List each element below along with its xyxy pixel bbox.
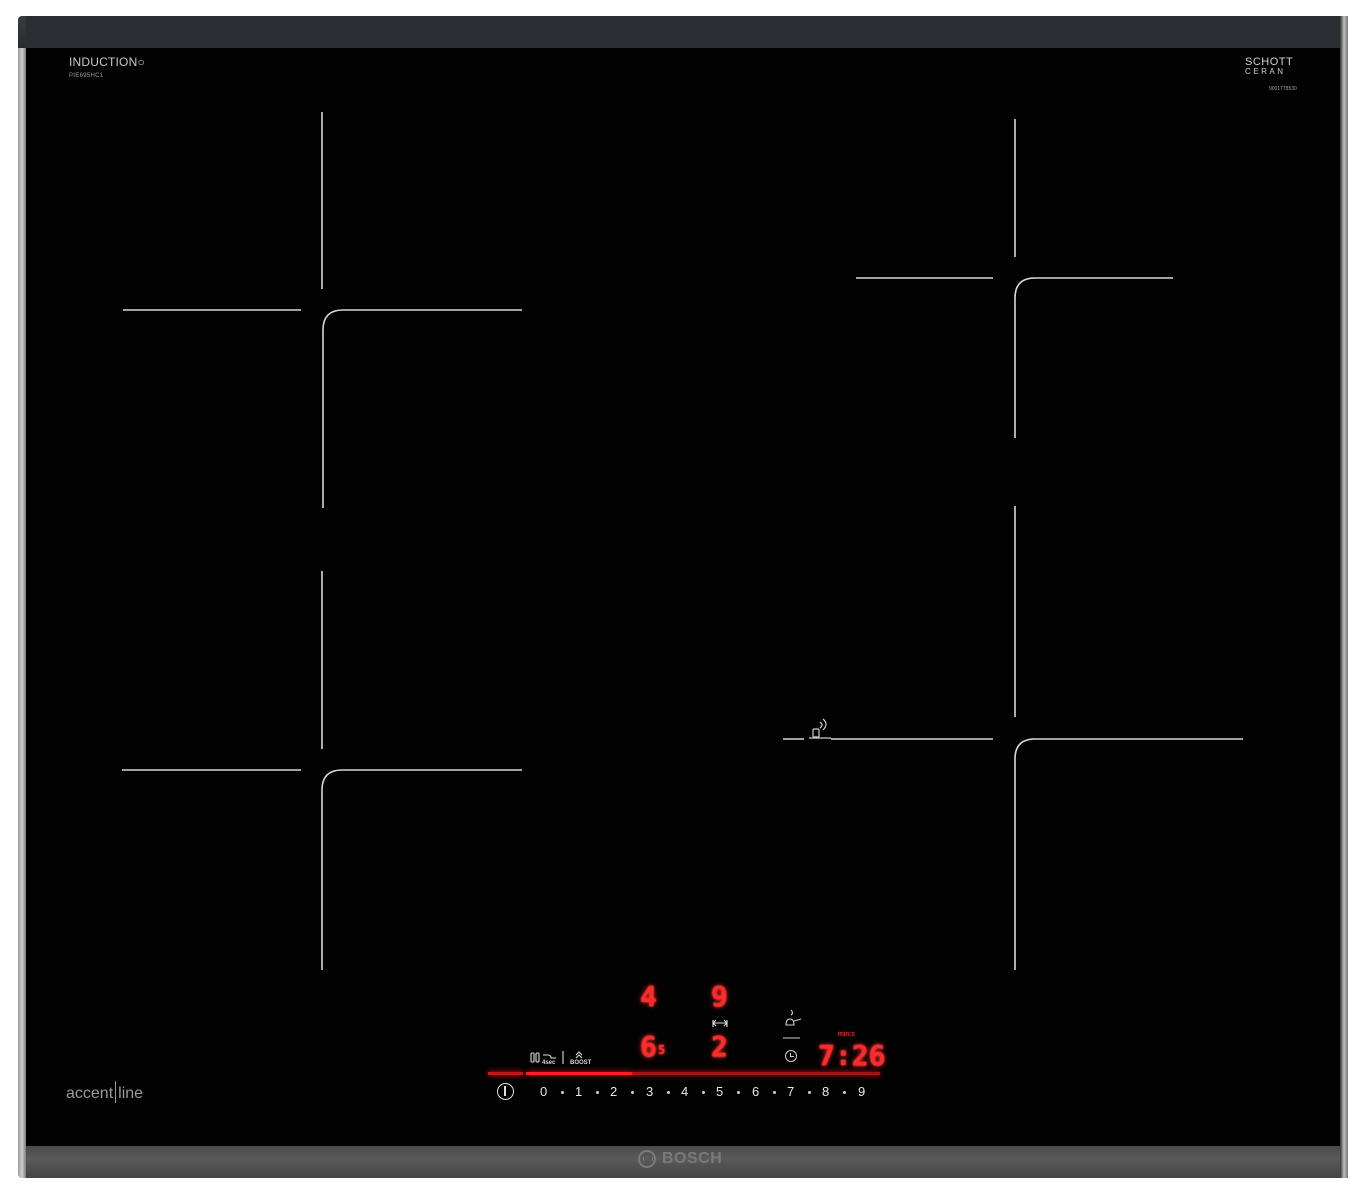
zone-left-top-level: 4 <box>640 980 657 1013</box>
zone-left-bottom-level: 6 <box>640 1030 657 1063</box>
slider-label-8[interactable]: 8 <box>822 1084 829 1099</box>
slider-label-7[interactable]: 7 <box>787 1084 794 1099</box>
timer-unit-label: min:s <box>838 1031 855 1038</box>
zone-right-top-level: 9 <box>711 980 728 1013</box>
zone-marking-corner <box>1014 738 1243 970</box>
slider-dot <box>843 1091 846 1094</box>
slider-dot <box>773 1091 776 1094</box>
power-icon[interactable] <box>497 1083 514 1100</box>
slider-label-3[interactable]: 3 <box>646 1084 653 1099</box>
slider-dot <box>561 1091 564 1094</box>
power-slider-fill[interactable] <box>526 1072 632 1075</box>
slider-label-4[interactable]: 4 <box>681 1084 688 1099</box>
lock-icon <box>543 1054 556 1059</box>
zone-markings <box>122 112 1243 1064</box>
slider-label-0[interactable]: 0 <box>540 1084 547 1099</box>
slider-dot <box>702 1091 705 1094</box>
cooking-sensor-icon <box>783 1009 802 1039</box>
bosch-wordmark: BOSCH <box>662 1150 723 1167</box>
slider-label-5[interactable]: 5 <box>716 1084 723 1099</box>
slider-label-9[interactable]: 9 <box>858 1084 865 1099</box>
zone-marking-corner <box>322 309 522 508</box>
seconds-label: 4sec <box>542 1060 556 1066</box>
pan-sensor-icon <box>809 718 831 739</box>
flex-zone-icon <box>712 1019 728 1027</box>
slider-dot <box>737 1091 740 1094</box>
power-bar-indicator <box>488 1072 523 1075</box>
boost-icon <box>575 1051 583 1059</box>
zone-left-bottom-sublevel: 5 <box>658 1043 666 1057</box>
zone-right-bottom-level: 2 <box>711 1030 728 1063</box>
slider-dot <box>667 1091 670 1094</box>
bosch-armature-icon <box>638 1150 656 1168</box>
zone-marking-corner <box>321 769 522 970</box>
slider-dot <box>631 1091 634 1094</box>
boost-label: BOOST <box>570 1060 592 1066</box>
slider-label-1[interactable]: 1 <box>575 1084 582 1099</box>
bosch-logo: BOSCH <box>638 1150 722 1168</box>
wipe-protection-icon <box>530 1052 535 1063</box>
power-slider-track[interactable] <box>632 1072 880 1075</box>
slider-label-6[interactable]: 6 <box>752 1084 759 1099</box>
slider-label-2[interactable]: 2 <box>610 1084 617 1099</box>
timer-icon[interactable] <box>785 1050 797 1062</box>
slider-dot <box>808 1091 811 1094</box>
slider-dot <box>596 1091 599 1094</box>
zone-marking-corner <box>1014 277 1173 438</box>
timer-display: 7:26 <box>818 1039 886 1072</box>
